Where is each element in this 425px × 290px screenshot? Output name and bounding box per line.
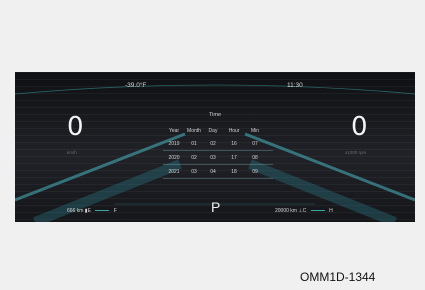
time-table-title: Time xyxy=(208,112,222,118)
odometer: 20000 km xyxy=(275,208,297,214)
speedometer-value: 0 xyxy=(67,112,84,142)
tachometer-value: 0 xyxy=(351,112,368,142)
cell-day: 03 xyxy=(210,154,216,161)
gear-indicator: P xyxy=(211,199,221,215)
speed-unit: km/h xyxy=(67,150,77,155)
cell-min: 07 xyxy=(252,140,258,147)
cell-day: 04 xyxy=(210,168,216,175)
temp-high-label: H xyxy=(329,208,333,214)
instrument-cluster-display: -39.0°F 11:30 0 km/h 0 x1000 rpm Time Ye… xyxy=(15,72,415,222)
rpm-unit: x1000 rpm xyxy=(345,150,367,155)
cell-year: 2019 xyxy=(168,140,180,147)
fuel-range-group: 666 km ▮E F xyxy=(67,208,117,214)
cell-month: 03 xyxy=(191,168,197,175)
cell-min: 09 xyxy=(252,168,258,175)
fuel-low-label: E xyxy=(87,208,91,214)
cell-year: 2020 xyxy=(168,154,180,161)
cell-min: 08 xyxy=(252,154,258,161)
header-year: Year xyxy=(168,127,180,134)
fuel-gauge-bar xyxy=(95,209,110,212)
cell-hour: 17 xyxy=(231,154,237,161)
clock: 11:30 xyxy=(287,82,303,89)
header-day: Day xyxy=(208,127,218,134)
cell-hour: 16 xyxy=(231,140,237,147)
cell-day: 02 xyxy=(210,140,216,147)
fuel-high-label: F xyxy=(113,208,117,214)
time-table-header-row: Year Month Day Hour Min xyxy=(163,124,273,137)
figure-code: OMM1D-1344 xyxy=(300,270,376,284)
odometer-temp-group: 20000 km ⊥C H xyxy=(275,208,333,214)
cell-month: 01 xyxy=(191,140,197,147)
temp-low-label: C xyxy=(302,208,307,214)
cell-hour: 18 xyxy=(231,168,237,175)
header-min: Min xyxy=(250,127,260,134)
table-row: 2021 03 04 18 09 xyxy=(163,165,273,179)
time-table: Year Month Day Hour Min 2019 01 02 16 07… xyxy=(163,124,273,179)
cell-month: 02 xyxy=(191,154,197,161)
table-row: 2019 01 02 16 07 xyxy=(163,137,273,151)
driving-range: 666 km xyxy=(67,208,84,214)
header-month: Month xyxy=(187,127,201,134)
cell-year: 2021 xyxy=(168,168,180,175)
header-hour: Hour xyxy=(228,127,240,134)
coolant-gauge-bar xyxy=(310,209,325,212)
table-row: 2020 02 03 17 08 xyxy=(163,151,273,165)
outside-temperature: -39.0°F xyxy=(125,82,147,89)
